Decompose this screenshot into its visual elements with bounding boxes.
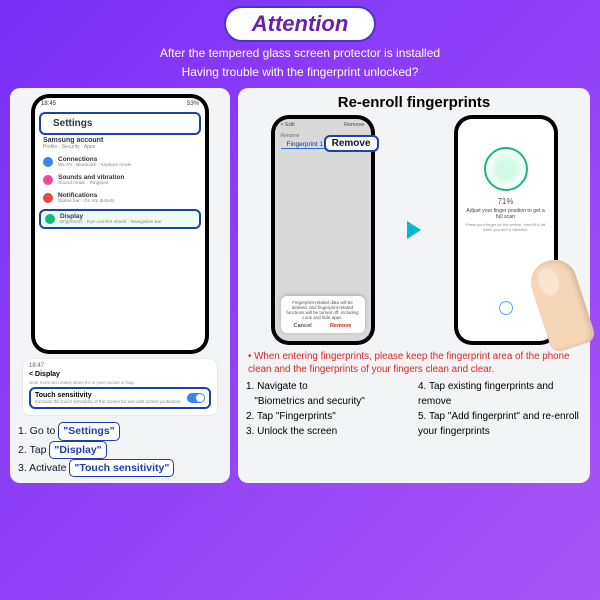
- touch-sens-toggle[interactable]: [187, 393, 205, 403]
- sensor-icon: [499, 301, 513, 315]
- subtitle-1: After the tempered glass screen protecto…: [0, 45, 600, 61]
- scan-percent: 71%: [458, 197, 554, 206]
- tag-add-fp: "Add fingerprint": [448, 411, 520, 422]
- status-time: 18:45: [41, 101, 56, 107]
- display-card: 18:47 < Display work more accurately whe…: [22, 358, 218, 416]
- display-icon: [45, 214, 55, 224]
- phone-remove: Remove < Edit Remove Rename Fingerprint …: [271, 115, 375, 345]
- touch-sens-title: Touch sensitivity: [35, 392, 182, 399]
- bell-icon: [43, 193, 53, 203]
- remove-callout: Remove: [324, 135, 379, 152]
- cancel-button[interactable]: Cancel: [294, 323, 312, 329]
- row-sounds: Sounds and vibrationSound mode · Rington…: [35, 171, 205, 189]
- settings-title: Settings: [45, 116, 195, 131]
- tag-fingerprints: "Fingerprints": [276, 411, 336, 422]
- tag-display: "Display": [49, 441, 106, 459]
- display-highlight: DisplayBrightness · Eye comfort shield ·…: [39, 209, 201, 229]
- row-connections: ConnectionsWLAN · Bluetooth · Airplane m…: [35, 153, 205, 171]
- status-batt: 53%: [187, 101, 199, 107]
- samsung-account: Samsung account Profile · Security · App…: [35, 137, 205, 150]
- sound-icon: [43, 175, 53, 185]
- tag-touch: "Touch sensitivity": [69, 459, 174, 477]
- phone-enroll: 71% Adjust your finger position to get a…: [454, 115, 558, 345]
- attention-title: Attention: [224, 6, 377, 42]
- press-hint: Press your finger on the sensor, then li…: [458, 222, 554, 232]
- right-title: Re-enroll fingerprints: [246, 94, 582, 111]
- panels: 18:45 53% Settings Samsung account Profi…: [0, 82, 600, 491]
- tag-biometrics: "Biometrics and security": [254, 396, 364, 407]
- card-back: < Display: [29, 371, 211, 378]
- remove-button[interactable]: Remove: [330, 323, 351, 329]
- card-time: 18:47: [29, 363, 44, 369]
- remove-modal: Fingerprint-related data will be deleted…: [281, 296, 365, 333]
- touch-sens-desc: Increase the touch sensitivity of the sc…: [35, 399, 182, 404]
- modal-msg: Fingerprint-related data will be deleted…: [285, 300, 361, 320]
- warning-note: • When entering fingerprints, please kee…: [248, 351, 580, 375]
- fingerprint-icon: [484, 147, 528, 191]
- phone-settings: 18:45 53% Settings Samsung account Profi…: [31, 94, 209, 354]
- wifi-icon: [43, 157, 53, 167]
- panel-left: 18:45 53% Settings Samsung account Profi…: [10, 88, 230, 483]
- subtitle-2: Having trouble with the fingerprint unlo…: [0, 64, 600, 80]
- arrow-icon: [403, 221, 425, 239]
- right-steps: 1. Navigate to "Biometrics and security"…: [246, 379, 582, 439]
- tag-settings: "Settings": [58, 422, 119, 440]
- left-steps: 1. Go to "Settings" 2. Tap "Display" 3. …: [18, 422, 222, 477]
- adjust-msg: Adjust your finger position to get a ful…: [458, 208, 554, 220]
- row-notifications: NotificationsStatus bar · Do not disturb: [35, 189, 205, 207]
- settings-highlight: Settings: [39, 112, 201, 135]
- header: Attention After the tempered glass scree…: [0, 0, 600, 82]
- panel-right: Re-enroll fingerprints Remove < Edit Rem…: [238, 88, 590, 483]
- status-bar: 18:45 53%: [35, 98, 205, 110]
